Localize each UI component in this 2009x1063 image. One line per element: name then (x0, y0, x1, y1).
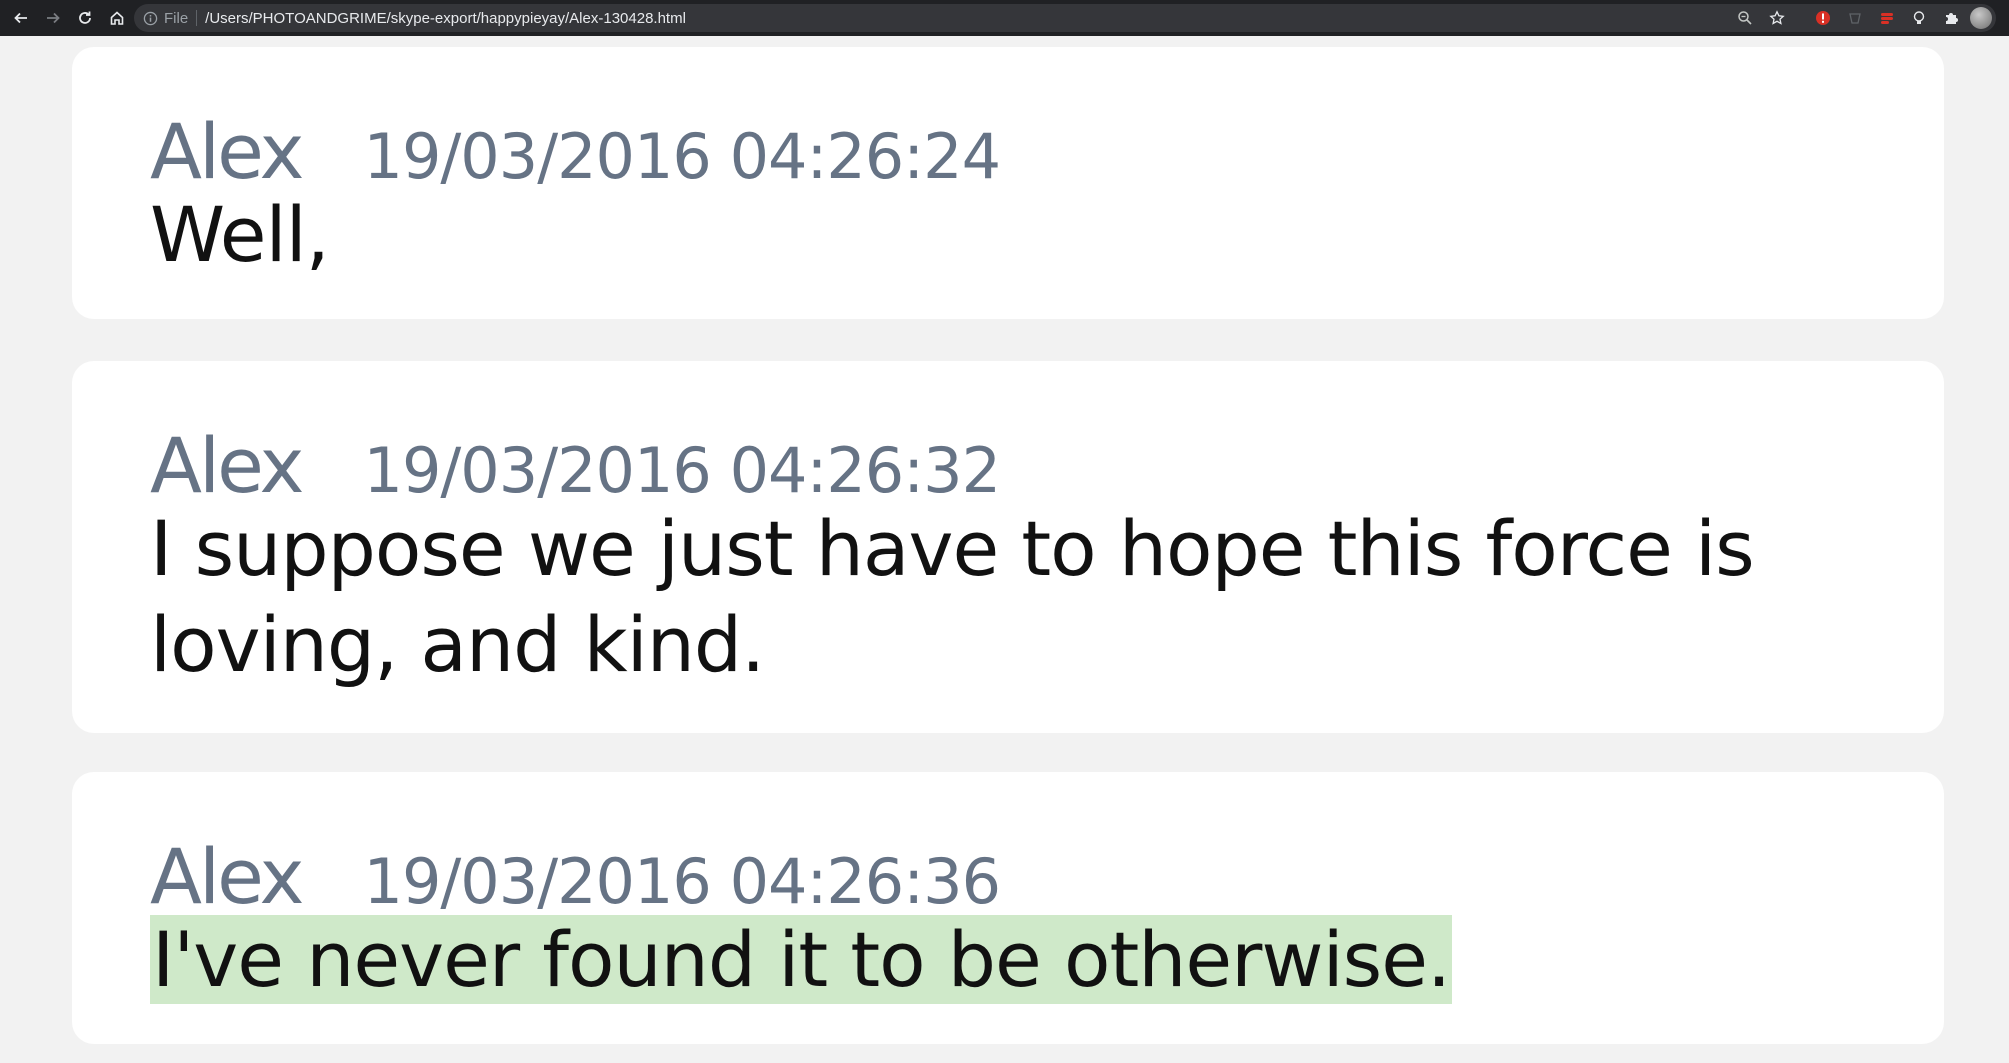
message-line: I suppose we just have to hope this forc… (150, 504, 1755, 593)
red-stripes-extension-icon[interactable] (1874, 5, 1900, 31)
extension-icons (1810, 5, 1996, 31)
message-meta: Alex 19/03/2016 04:26:32 (150, 421, 1002, 510)
puzzle-icon[interactable] (1938, 5, 1964, 31)
message-text: Well, (150, 187, 330, 283)
url-text[interactable]: /Users/PHOTOANDGRIME/skype-export/happyp… (205, 10, 686, 27)
message-author: Alex (150, 107, 305, 196)
message-author: Alex (150, 832, 305, 921)
red-extension-icon[interactable] (1810, 5, 1836, 31)
message-card: Alex 19/03/2016 04:26:32 I suppose we jus… (72, 361, 1944, 733)
zoom-icon[interactable] (1732, 5, 1758, 31)
forward-arrow-icon[interactable] (42, 7, 64, 29)
message-timestamp: 19/03/2016 04:26:32 (363, 434, 1002, 507)
message-text: I suppose we just have to hope this forc… (150, 501, 1755, 693)
lightbulb-extension-icon[interactable] (1906, 5, 1932, 31)
message-timestamp: 19/03/2016 04:26:24 (363, 120, 1002, 193)
highlighted-message-line: I've never found it to be otherwise. (150, 915, 1453, 1004)
profile-avatar[interactable] (1970, 7, 1992, 29)
message-meta: Alex 19/03/2016 04:26:24 (150, 107, 1002, 196)
home-icon[interactable] (106, 7, 128, 29)
url-scheme-label: File (164, 9, 189, 27)
gray-extension-icon[interactable] (1842, 5, 1868, 31)
message-card: Alex 19/03/2016 04:26:36 I've never found… (72, 772, 1944, 1044)
message-line: loving, and kind. (150, 600, 765, 689)
message-text: I've never found it to be otherwise. (150, 912, 1453, 1008)
message-line: Well, (150, 190, 330, 279)
message-timestamp: 19/03/2016 04:26:36 (363, 845, 1002, 918)
reload-icon[interactable] (74, 7, 96, 29)
address-bar[interactable]: File /Users/PHOTOANDGRIME/skype-export/h… (134, 4, 1996, 32)
message-author: Alex (150, 421, 305, 510)
message-card: Alex 19/03/2016 04:26:24 Well, (72, 47, 1944, 319)
bookmark-star-icon[interactable] (1764, 5, 1790, 31)
message-meta: Alex 19/03/2016 04:26:36 (150, 832, 1002, 921)
info-icon[interactable] (142, 10, 158, 26)
url-separator (196, 10, 198, 26)
chat-export-page: Alex 19/03/2016 04:26:24 Well, Alex 19/03/… (0, 36, 2009, 1063)
omnibox-actions (1732, 4, 1996, 32)
back-arrow-icon[interactable] (10, 7, 32, 29)
browser-toolbar: File /Users/PHOTOANDGRIME/skype-export/h… (0, 0, 2009, 36)
